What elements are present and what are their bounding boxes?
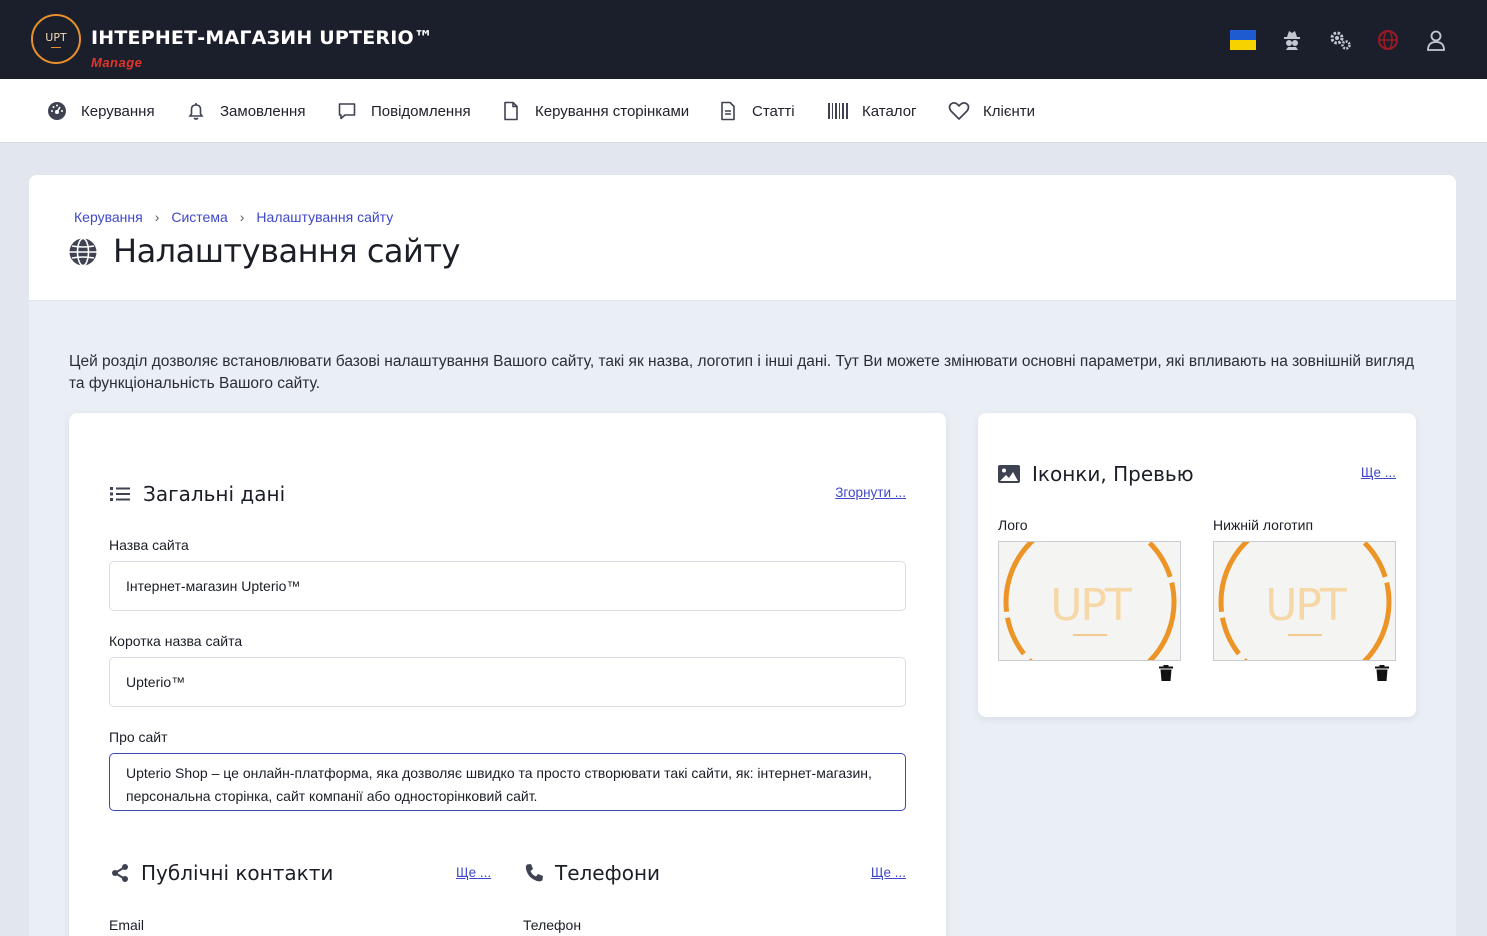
nav-label: Клієнти: [983, 102, 1036, 120]
section-title-text: Телефони: [555, 861, 661, 885]
ukraine-flag-icon[interactable]: [1230, 27, 1256, 53]
brand-logo[interactable]: UPT: [31, 14, 81, 64]
site-name-input[interactable]: Інтернет-магазин Upterio™: [109, 561, 906, 611]
email-label: Email: [109, 917, 145, 933]
brand-subtitle: Manage: [91, 55, 143, 70]
general-settings-card: Загальні дані Згорнути ... Назва сайта І…: [69, 413, 946, 936]
page-body: Цей розділ дозволяє встановлювати базові…: [29, 301, 1456, 936]
nav-label: Каталог: [862, 102, 917, 120]
section-title-text: Іконки, Превью: [1032, 462, 1194, 486]
nav-label: Замовлення: [220, 102, 306, 120]
globe-icon: [68, 237, 98, 267]
breadcrumb-item[interactable]: Керування: [74, 209, 143, 225]
footer-logo-preview[interactable]: UPT: [1213, 541, 1396, 661]
nav-label: Статті: [752, 102, 795, 120]
icons-preview-card: Іконки, Превью Ще ... Лого UPT Нижній ло…: [978, 413, 1416, 717]
footer-logo-label: Нижній логотип: [1213, 517, 1314, 533]
phone-label: Телефон: [523, 917, 582, 933]
heart-icon: [948, 100, 970, 122]
chevron-right-icon: ›: [154, 209, 160, 225]
about-textarea[interactable]: Upterio Shop – це онлайн-платформа, яка …: [109, 753, 906, 811]
nav-item-pages[interactable]: Керування сторінками: [500, 99, 689, 123]
short-name-input[interactable]: Upterio™: [109, 657, 906, 707]
section-title-text: Публічні контакти: [141, 861, 334, 885]
trash-icon[interactable]: [1159, 665, 1173, 681]
brand-title[interactable]: ІНТЕРНЕТ-МАГАЗИН UPTERIO™: [91, 27, 433, 49]
breadcrumb-item[interactable]: Налаштування сайту: [256, 209, 393, 225]
nav-label: Повідомлення: [371, 102, 471, 120]
barcode-icon: [827, 100, 849, 122]
section-title-text: Загальні дані: [143, 482, 286, 506]
globe-icon[interactable]: [1375, 27, 1401, 53]
thumb-logo-text: UPT: [1050, 580, 1132, 631]
breadcrumb-item[interactable]: Система: [171, 209, 227, 225]
breadcrumb: Керування › Система › Налаштування сайту: [74, 209, 393, 225]
user-icon[interactable]: [1423, 27, 1449, 53]
short-name-label: Коротка назва сайта: [109, 633, 243, 649]
section-title-contacts: Публічні контакти: [109, 861, 333, 885]
nav-label: Керування сторінками: [535, 102, 690, 120]
phone-icon: [523, 862, 545, 884]
top-bar: UPT ІНТЕРНЕТ-МАГАЗИН UPTERIO™ Manage: [0, 0, 1487, 79]
page-intro: Цей розділ дозволяє встановлювати базові…: [69, 353, 1414, 392]
page-icon: [500, 100, 522, 122]
message-icon: [336, 100, 358, 122]
contacts-more-link[interactable]: Ще ...: [456, 865, 491, 880]
site-name-label: Назва сайта: [109, 537, 189, 553]
logo-text: UPT: [45, 31, 66, 48]
icons-more-link[interactable]: Ще ...: [1361, 465, 1396, 480]
logo-preview[interactable]: UPT: [998, 541, 1181, 661]
nav-item-catalog[interactable]: Каталог: [827, 99, 917, 123]
image-icon: [998, 463, 1020, 485]
about-label: Про сайт: [109, 729, 168, 745]
thumb-logo-text: UPT: [1265, 580, 1347, 631]
section-title-general: Загальні дані: [109, 482, 285, 506]
chevron-right-icon: ›: [239, 209, 245, 225]
article-icon: [717, 100, 739, 122]
nav-item-clients[interactable]: Клієнти: [948, 99, 1035, 123]
section-title-phones: Телефони: [523, 861, 660, 885]
logo-label: Лого: [998, 517, 1028, 533]
list-icon: [109, 483, 131, 505]
page-header: Керування › Система › Налаштування сайту…: [29, 175, 1456, 301]
share-icon: [109, 862, 131, 884]
nav-label: Керування: [81, 102, 155, 120]
trash-icon[interactable]: [1375, 665, 1389, 681]
dashboard-icon: [46, 100, 68, 122]
settings-gears-icon[interactable]: [1327, 27, 1353, 53]
nav-item-orders[interactable]: Замовлення: [185, 99, 305, 123]
section-title-icons: Іконки, Превью: [998, 462, 1194, 486]
incognito-icon[interactable]: [1279, 27, 1305, 53]
phones-more-link[interactable]: Ще ...: [871, 865, 906, 880]
bell-icon: [185, 100, 207, 122]
nav-item-dashboard[interactable]: Керування: [46, 99, 155, 123]
main-nav: Керування Замовлення Повідомлення Керува…: [0, 79, 1487, 143]
nav-item-messages[interactable]: Повідомлення: [336, 99, 471, 123]
collapse-link[interactable]: Згорнути ...: [835, 485, 906, 500]
nav-item-articles[interactable]: Статті: [717, 99, 795, 123]
page-title: Налаштування сайту: [113, 232, 460, 270]
